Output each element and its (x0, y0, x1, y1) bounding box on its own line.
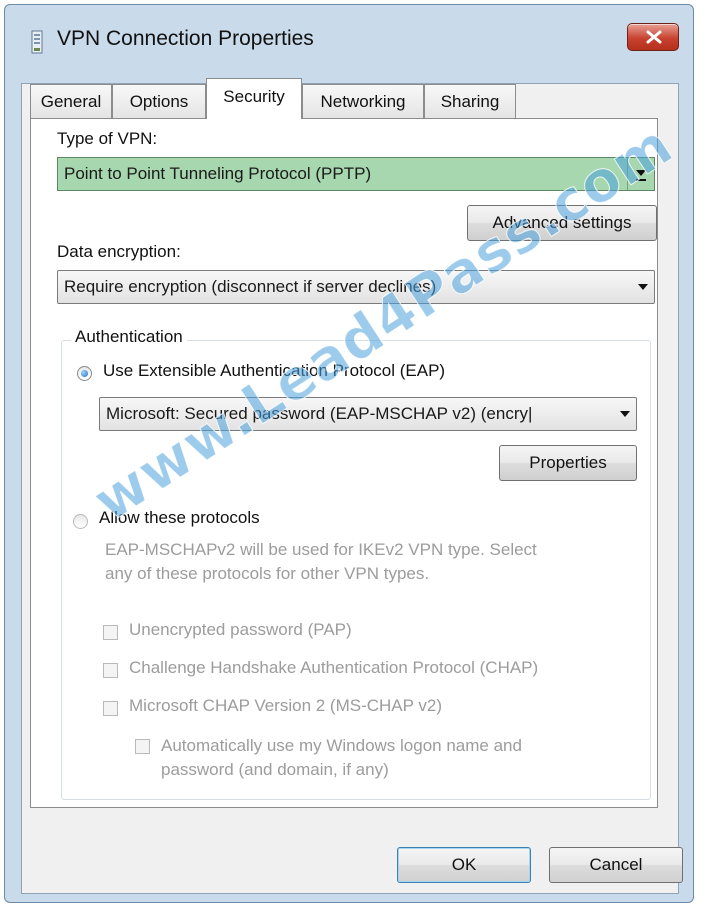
chevron-down-icon (638, 284, 648, 290)
properties-button[interactable]: Properties (499, 445, 637, 481)
auto-logon-label[interactable]: Automatically use my Windows logon name … (161, 734, 522, 782)
cancel-button[interactable]: Cancel (549, 847, 683, 883)
tab-security[interactable]: Security (206, 78, 302, 119)
vpn-connection-icon (31, 30, 43, 54)
protocols-description: EAP-MSCHAPv2 will be used for IKEv2 VPN … (105, 538, 625, 586)
close-button[interactable] (627, 23, 679, 51)
authentication-group-label: Authentication (71, 327, 187, 347)
eap-method-value: Microsoft: Secured password (EAP-MSCHAP … (106, 404, 533, 423)
auto-logon-line-1: Automatically use my Windows logon name … (161, 736, 522, 755)
vpn-type-value: Point to Point Tunneling Protocol (PPTP) (64, 164, 372, 183)
dialog-window: VPN Connection Properties General Option… (4, 4, 694, 903)
data-encryption-label: Data encryption: (57, 242, 181, 261)
description-line-2: any of these protocols for other VPN typ… (105, 564, 430, 583)
tab-options[interactable]: Options (112, 84, 206, 118)
auto-logon-checkbox[interactable] (135, 739, 150, 754)
chevron-down-icon (620, 411, 630, 417)
close-icon (646, 30, 662, 44)
title-bar[interactable]: VPN Connection Properties (5, 5, 693, 71)
ok-button[interactable]: OK (397, 847, 531, 883)
ms-chap-v2-label[interactable]: Microsoft CHAP Version 2 (MS-CHAP v2) (129, 696, 442, 716)
vpn-type-label: Type of VPN: (57, 129, 158, 148)
chap-label[interactable]: Challenge Handshake Authentication Proto… (129, 658, 538, 678)
data-encryption-dropdown[interactable]: Require encryption (disconnect if server… (57, 270, 655, 304)
ms-chap-v2-checkbox[interactable] (103, 701, 118, 716)
tab-general[interactable]: General (30, 84, 112, 118)
pap-label[interactable]: Unencrypted password (PAP) (129, 620, 352, 640)
tab-sharing[interactable]: Sharing (424, 84, 516, 118)
pap-checkbox[interactable] (103, 625, 118, 640)
tab-networking[interactable]: Networking (302, 84, 424, 118)
chap-checkbox[interactable] (103, 663, 118, 678)
allow-protocols-radio[interactable] (73, 514, 88, 529)
window-title: VPN Connection Properties (57, 27, 314, 50)
description-line-1: EAP-MSCHAPv2 will be used for IKEv2 VPN … (105, 540, 537, 559)
auto-logon-line-2: password (and domain, if any) (161, 760, 389, 779)
eap-radio[interactable] (77, 366, 92, 381)
